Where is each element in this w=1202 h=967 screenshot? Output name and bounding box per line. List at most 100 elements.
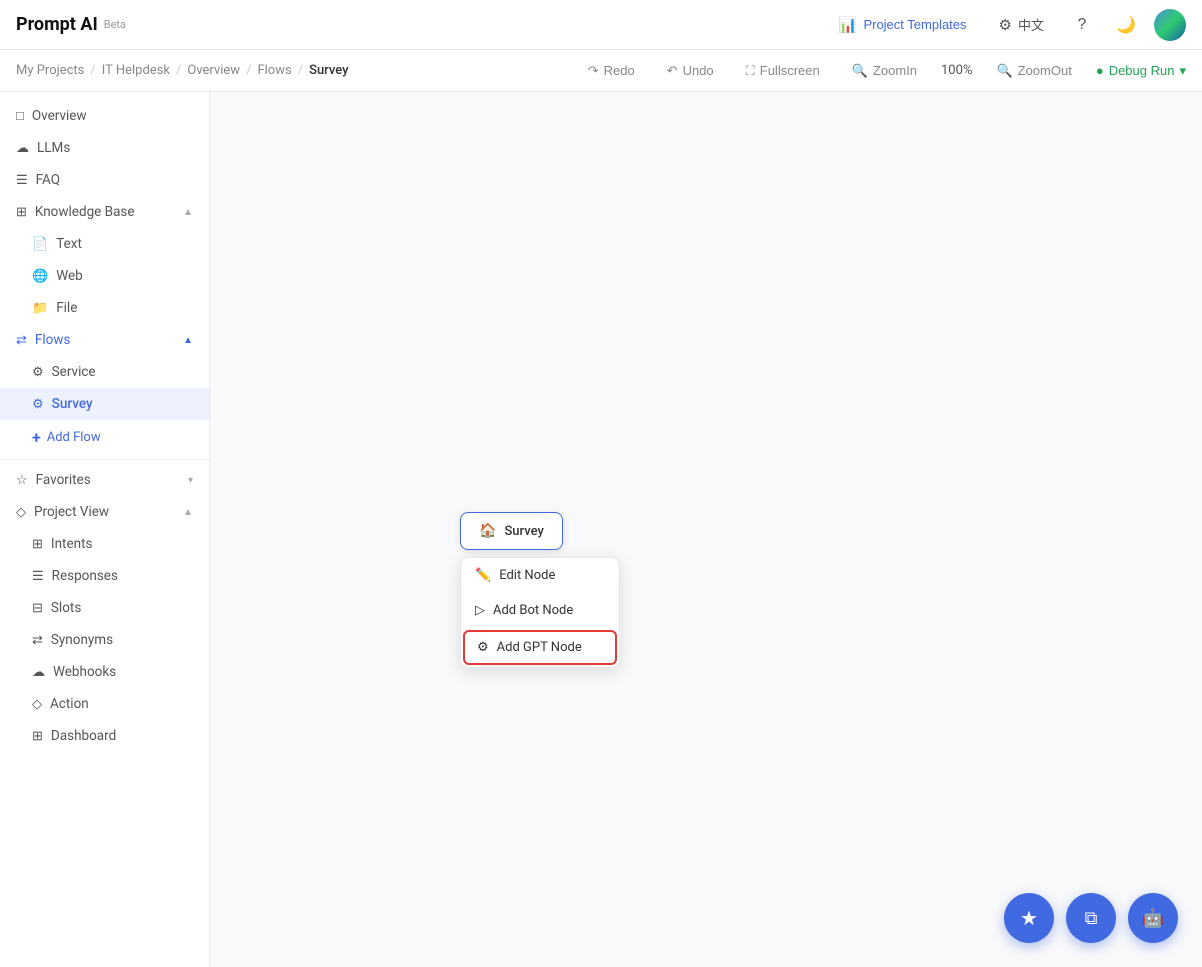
fab-container: ★ ⧉ 🤖 xyxy=(1004,893,1178,943)
sidebar-item-label: Slots xyxy=(51,600,81,616)
add-flow-button[interactable]: + Add Flow xyxy=(0,420,209,455)
zoomout-icon: 🔍 xyxy=(996,63,1012,79)
favorites-icon: ☆ xyxy=(16,473,28,488)
undo-button[interactable]: ↶ Undo xyxy=(659,59,722,83)
plus-icon: + xyxy=(32,428,41,447)
sidebar-item-llms[interactable]: ☁ LLMs xyxy=(0,132,209,164)
redo-icon: ↷ xyxy=(588,63,599,79)
sidebar-item-overview[interactable]: □ Overview xyxy=(0,100,209,132)
sidebar-item-label: Knowledge Base xyxy=(35,204,175,220)
sidebar-item-label: Survey xyxy=(52,396,93,412)
fullscreen-button[interactable]: ⛶ Fullscreen xyxy=(738,59,828,83)
service-icon: ⚙ xyxy=(32,365,44,380)
star-icon: ★ xyxy=(1020,906,1038,931)
sidebar-item-synonyms[interactable]: ⇄ Synonyms xyxy=(0,624,209,656)
sidebar-item-label: Synonyms xyxy=(51,632,113,648)
synonyms-icon: ⇄ xyxy=(32,633,43,648)
sidebar-item-label: Project View xyxy=(34,504,175,520)
sidebar-item-webhooks[interactable]: ☁ Webhooks xyxy=(0,656,209,688)
debug-run-button[interactable]: ● Debug Run ▾ xyxy=(1096,63,1186,79)
sidebar-item-intents[interactable]: ⊞ Intents xyxy=(0,528,209,560)
overview-icon: □ xyxy=(16,108,24,124)
breadcrumb-overview[interactable]: Overview xyxy=(187,63,240,78)
sidebar-item-action[interactable]: ◇ Action xyxy=(0,688,209,720)
fab-copy-button[interactable]: ⧉ xyxy=(1066,893,1116,943)
text-icon: 📄 xyxy=(32,237,48,252)
knowledge-base-icon: ⊞ xyxy=(16,205,27,220)
theme-toggle-button[interactable]: 🌙 xyxy=(1110,9,1142,41)
sidebar-item-label: Webhooks xyxy=(53,664,116,680)
sidebar-item-label: Favorites xyxy=(36,472,180,488)
edit-node-menu-item[interactable]: ✏️ Edit Node xyxy=(461,558,619,593)
undo-icon: ↶ xyxy=(667,63,678,79)
sidebar-item-faq[interactable]: ☰ FAQ xyxy=(0,164,209,196)
sidebar-item-label: Text xyxy=(56,236,82,252)
survey-node-label: Survey xyxy=(504,524,543,539)
sidebar-item-label: FAQ xyxy=(36,172,60,188)
survey-icon: ⚙ xyxy=(32,397,44,412)
main-layout: □ Overview ☁ LLMs ☰ FAQ ⊞ Knowledge Base… xyxy=(0,92,1202,967)
webhooks-icon: ☁ xyxy=(32,665,45,680)
project-view-icon: ◇ xyxy=(16,505,26,520)
app-logo: Prompt AI Beta xyxy=(16,14,126,35)
moon-icon: 🌙 xyxy=(1116,15,1136,35)
project-templates-button[interactable]: 📊 Project Templates xyxy=(829,11,977,39)
zoomout-button[interactable]: 🔍 ZoomOut xyxy=(988,59,1079,83)
sidebar-item-responses[interactable]: ☰ Responses xyxy=(0,560,209,592)
topbar: Prompt AI Beta 📊 Project Templates ⚙ 中文 … xyxy=(0,0,1202,50)
fab-star-button[interactable]: ★ xyxy=(1004,893,1054,943)
sidebar-item-web[interactable]: 🌐 Web xyxy=(0,260,209,292)
translate-icon: ⚙ xyxy=(999,16,1012,34)
add-gpt-node-menu-item[interactable]: ⚙ Add GPT Node xyxy=(463,630,617,665)
sidebar-item-dashboard[interactable]: ⊞ Dashboard xyxy=(0,720,209,752)
help-icon: ? xyxy=(1078,16,1087,34)
zoom-percentage: 100% xyxy=(941,63,972,78)
fullscreen-icon: ⛶ xyxy=(746,63,755,79)
zoomin-button[interactable]: 🔍 ZoomIn xyxy=(844,59,925,83)
chevron-down-icon: ▾ xyxy=(188,475,193,486)
gpt-icon: ⚙ xyxy=(477,640,489,655)
llms-icon: ☁ xyxy=(16,141,29,156)
language-button[interactable]: ⚙ 中文 xyxy=(989,10,1054,39)
sidebar-item-favorites[interactable]: ☆ Favorites ▾ xyxy=(0,464,209,496)
survey-node-icon: 🏠 xyxy=(479,523,496,539)
sidebar-item-knowledge-base[interactable]: ⊞ Knowledge Base ▲ xyxy=(0,196,209,228)
add-bot-node-menu-item[interactable]: ▷ Add Bot Node xyxy=(461,593,619,628)
canvas[interactable]: 🏠 Survey ✏️ Edit Node ▷ Add Bot Node ⚙ A… xyxy=(210,92,1202,967)
help-button[interactable]: ? xyxy=(1066,9,1098,41)
breadcrumb-it-helpdesk[interactable]: IT Helpdesk xyxy=(102,63,170,78)
sidebar-item-file[interactable]: 📁 File xyxy=(0,292,209,324)
sidebar-item-flows[interactable]: ⇄ Flows ▲ xyxy=(0,324,209,356)
avatar[interactable] xyxy=(1154,9,1186,41)
breadcrumb: My Projects / IT Helpdesk / Overview / F… xyxy=(0,50,1202,92)
redo-button[interactable]: ↷ Redo xyxy=(580,59,643,83)
sidebar-item-label: Responses xyxy=(52,568,118,584)
breadcrumb-flows[interactable]: Flows xyxy=(257,63,291,78)
edit-icon: ✏️ xyxy=(475,568,491,583)
play-icon: ▷ xyxy=(475,603,485,618)
faq-icon: ☰ xyxy=(16,173,28,188)
sidebar: □ Overview ☁ LLMs ☰ FAQ ⊞ Knowledge Base… xyxy=(0,92,210,967)
sidebar-item-project-view[interactable]: ◇ Project View ▲ xyxy=(0,496,209,528)
sidebar-item-survey[interactable]: ⚙ Survey xyxy=(0,388,209,420)
sidebar-item-slots[interactable]: ⊟ Slots xyxy=(0,592,209,624)
copy-icon: ⧉ xyxy=(1085,908,1098,929)
app-name: Prompt AI xyxy=(16,14,98,35)
sidebar-item-label: Action xyxy=(50,696,89,712)
chevron-down-icon: ▾ xyxy=(1179,63,1186,79)
circle-check-icon: ● xyxy=(1096,63,1104,78)
breadcrumb-my-projects[interactable]: My Projects xyxy=(16,63,84,78)
add-flow-label: Add Flow xyxy=(47,430,101,445)
file-icon: 📁 xyxy=(32,301,48,316)
add-bot-node-label: Add Bot Node xyxy=(493,603,573,618)
sidebar-item-service[interactable]: ⚙ Service xyxy=(0,356,209,388)
survey-node[interactable]: 🏠 Survey xyxy=(460,512,563,550)
web-icon: 🌐 xyxy=(32,269,48,284)
flows-icon: ⇄ xyxy=(16,333,27,348)
fab-bot-button[interactable]: 🤖 xyxy=(1128,893,1178,943)
beta-label: Beta xyxy=(104,18,126,31)
sidebar-item-text[interactable]: 📄 Text xyxy=(0,228,209,260)
bot-icon: 🤖 xyxy=(1142,908,1164,929)
breadcrumb-actions: ↷ Redo ↶ Undo ⛶ Fullscreen 🔍 ZoomIn 100%… xyxy=(349,59,1186,83)
slots-icon: ⊟ xyxy=(32,601,43,616)
